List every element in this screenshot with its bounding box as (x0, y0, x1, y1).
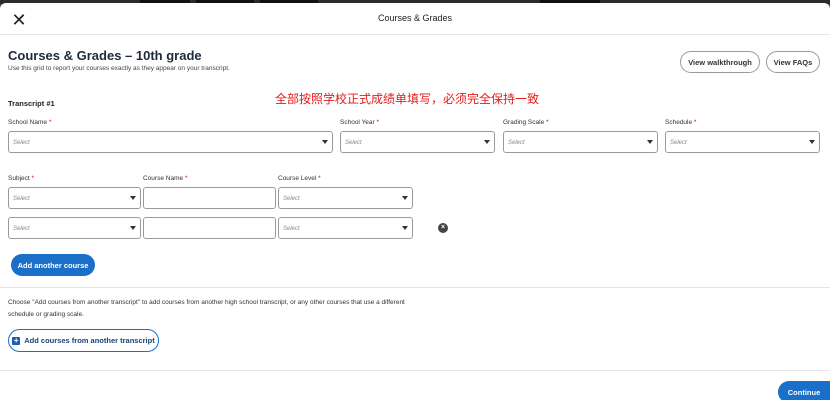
select-value: Select (283, 196, 300, 202)
add-another-course-button[interactable]: Add another course (11, 254, 95, 276)
add-courses-from-another-transcript-button[interactable]: + Add courses from another transcript (8, 329, 159, 352)
chevron-down-icon (130, 226, 136, 230)
chevron-down-icon (647, 140, 653, 144)
page-title: Courses & Grades – 10th grade (8, 48, 202, 63)
course-level-label: Course Level * (278, 175, 321, 182)
chevron-down-icon (809, 140, 815, 144)
select-value: Select (13, 226, 30, 232)
subject-select[interactable]: Select (8, 217, 141, 239)
chevron-down-icon (130, 196, 136, 200)
continue-button[interactable]: Continue (778, 381, 830, 400)
course-name-input[interactable] (143, 217, 276, 239)
modal-header: ✕ Courses & Grades (0, 3, 830, 35)
modal-title: Courses & Grades (377, 13, 453, 23)
chevron-down-icon (402, 226, 408, 230)
modal-footer (0, 370, 830, 400)
select-value: Select (283, 226, 300, 232)
select-value: Select (13, 196, 30, 202)
chevron-down-icon (402, 196, 408, 200)
courses-grades-modal: ✕ Courses & Grades Courses & Grades – 10… (0, 3, 830, 400)
school-name-label: School Name * (8, 119, 52, 126)
course-name-input[interactable] (143, 187, 276, 209)
schedule-label: Schedule * (665, 119, 697, 126)
remove-course-icon[interactable]: × (438, 223, 448, 233)
select-value: Select (345, 140, 362, 146)
school-year-label: School Year * (340, 119, 380, 126)
transcript-label: Transcript #1 (8, 99, 55, 108)
plus-square-icon: + (12, 335, 21, 345)
select-value: Select (508, 140, 525, 146)
chevron-down-icon (322, 140, 328, 144)
grading-scale-select[interactable]: Select (503, 131, 658, 153)
schedule-select[interactable]: Select (665, 131, 820, 153)
button-label: Add courses from another transcript (24, 336, 155, 345)
course-level-select[interactable]: Select (278, 187, 413, 209)
other-transcript-help-text: Choose "Add courses from another transcr… (8, 299, 405, 318)
school-year-select[interactable]: Select (340, 131, 495, 153)
subject-select[interactable]: Select (8, 187, 141, 209)
view-faqs-button[interactable]: View FAQs (766, 51, 820, 73)
red-annotation-text: 全部按照学校正式成绩单填写，必须完全保持一致 (275, 92, 540, 106)
select-value: Select (13, 140, 30, 146)
select-value: Select (670, 140, 687, 146)
chevron-down-icon (484, 140, 490, 144)
school-name-select[interactable]: Select (8, 131, 333, 153)
course-level-select[interactable]: Select (278, 217, 413, 239)
subject-label: Subject * (8, 175, 35, 182)
view-walkthrough-button[interactable]: View walkthrough (680, 51, 760, 73)
section-divider (0, 287, 830, 288)
page-subtitle: Use this grid to report your courses exa… (8, 65, 230, 72)
grading-scale-label: Grading Scale * (503, 119, 549, 126)
course-name-label: Course Name * (143, 175, 188, 182)
